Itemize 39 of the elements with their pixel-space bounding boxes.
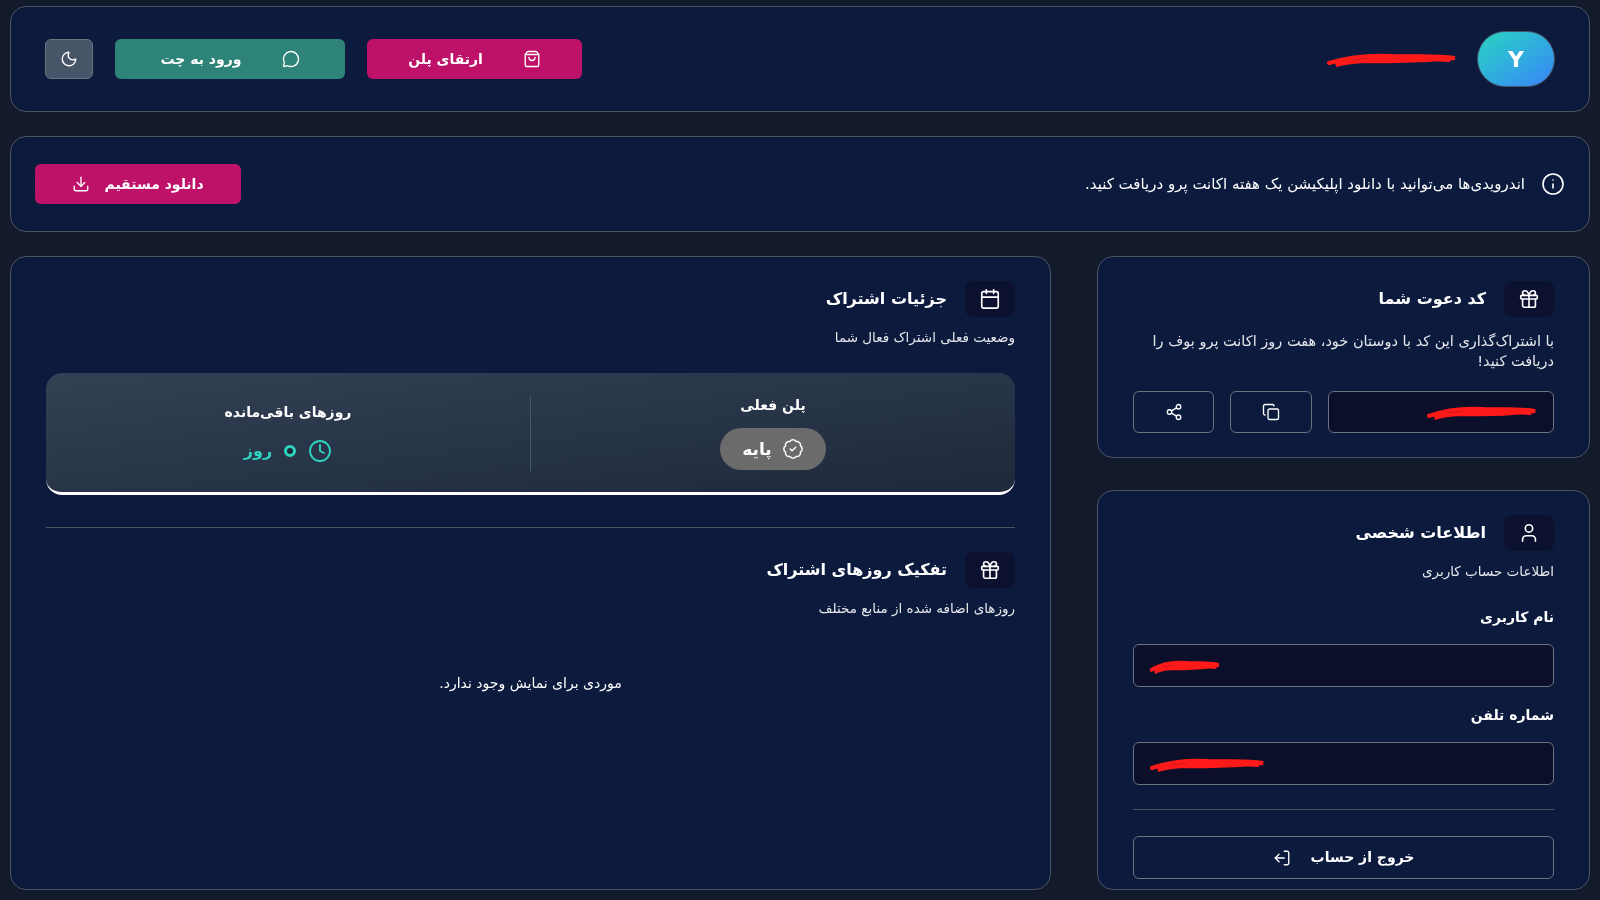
- download-button[interactable]: دانلود مستقیم: [35, 164, 241, 204]
- logout-icon: [1272, 848, 1291, 867]
- section-subtitle: روزهای اضافه شده از منابع مختلف: [817, 599, 1015, 619]
- section-subtitle: وضعیت فعلی اشتراک فعال شما: [833, 328, 1015, 348]
- theme-toggle-button[interactable]: [45, 39, 93, 79]
- clock-icon: [308, 439, 333, 464]
- input-field[interactable]: [1133, 644, 1554, 688]
- calendar-icon: [979, 288, 1001, 310]
- copy-icon: [1262, 403, 1280, 421]
- share-icon: [1164, 403, 1183, 421]
- section-subtitle: اطلاعات حساب کاربری: [1420, 562, 1554, 582]
- remaining-days-label: روزهای باقی‌مانده: [224, 403, 352, 423]
- section-title: اطلاعات شخصی: [1355, 522, 1486, 544]
- remaining-days-unit: روز: [243, 440, 273, 463]
- chat-button[interactable]: ورود به چت: [115, 39, 345, 79]
- notice-text: اندرویدی‌ها می‌توانید با دانلود اپلیکیشن یک هفته اکانت پرو دریافت کنید.: [1085, 173, 1525, 196]
- section-title: تفکیک روزهای اشتراک: [766, 559, 947, 582]
- section-title: کد دعوت شما: [1378, 288, 1486, 310]
- moon-icon: [60, 50, 78, 68]
- logout-button[interactable]: خروج از حساب: [1133, 836, 1554, 880]
- current-plan-label: پلن فعلی: [740, 396, 806, 416]
- gift-icon: [1518, 288, 1540, 310]
- info-icon: [1541, 172, 1565, 196]
- section-title: جزئیات اشتراک: [825, 288, 947, 310]
- upgrade-plan-button[interactable]: ارتقای پلن: [367, 39, 582, 79]
- bag-icon: [522, 50, 541, 68]
- download-icon: [72, 175, 91, 193]
- invite-description: با اشتراک‌گذاری این کد با دوستان خود، هفت روز اکانت پرو بوف را دریافت کنید!: [1151, 332, 1554, 371]
- chat-bubble-icon: [281, 50, 300, 68]
- check-badge-icon: [781, 438, 804, 461]
- field-label: شماره تلفن: [1469, 706, 1554, 726]
- plan-badge: پایه: [720, 428, 826, 471]
- empty-message: موردی برای نمایش وجود ندارد.: [438, 673, 623, 694]
- share-button[interactable]: [1133, 391, 1215, 433]
- invite-code-field[interactable]: [1327, 391, 1554, 433]
- field-label: نام کاربری: [1479, 608, 1554, 628]
- input-field[interactable]: [1133, 742, 1554, 786]
- gift-icon: [979, 559, 1001, 582]
- copy-button[interactable]: [1230, 391, 1312, 433]
